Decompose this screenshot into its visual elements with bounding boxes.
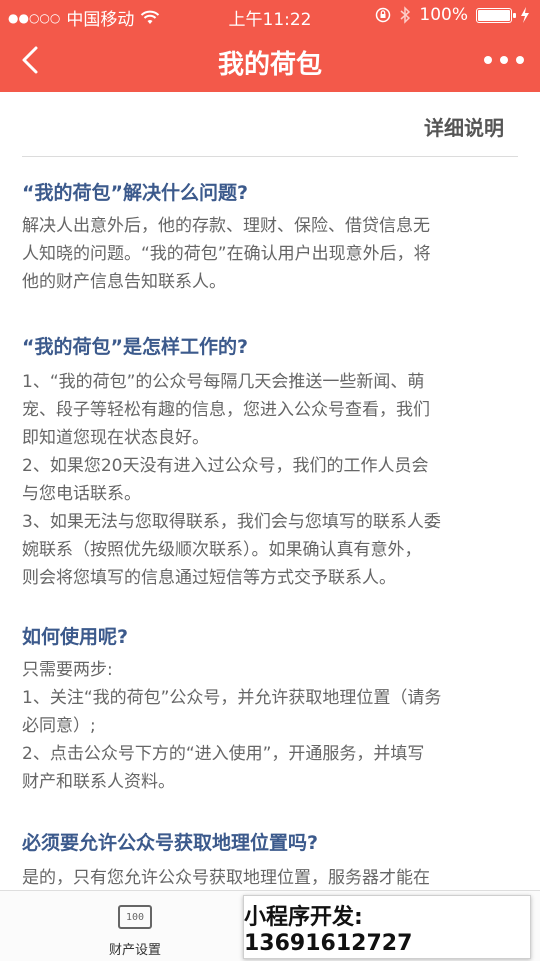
page-title: 我的荷包 [217, 50, 322, 80]
more-options-button[interactable] [484, 44, 524, 76]
status-bar: ●●○○○ 中国移动 上午11:22 100% [0, 0, 540, 30]
section-body-how-it-works: 1、“我的荷包”的公众号每隔几天会推送一些新闻、萌 宠、段子等轻松有趣的信息，您… [22, 372, 441, 588]
banknote-icon: 100 [118, 905, 152, 929]
section-title-how-it-works: “我的荷包”是怎样工作的? [22, 336, 248, 358]
dot-icon [516, 56, 524, 64]
nav-bar: 我的荷包 [0, 30, 540, 92]
charging-icon [521, 7, 529, 23]
section-title-location: 必须要允许公众号获取地理位置吗? [22, 832, 319, 854]
contact-overlay: 小程序开发: 13691612727 [243, 895, 531, 959]
battery-percent: 100% [419, 5, 468, 25]
section-body-problem: 解决人出意外后，他的存款、理财、保险、借贷信息无 人知晓的问题。“我的荷包”在确… [22, 216, 431, 292]
bluetooth-icon [400, 6, 411, 24]
tab-asset-settings-label: 财产设置 [108, 943, 161, 958]
content-area[interactable]: 详细说明 “我的荷包”解决什么问题? 解决人出意外后，他的存款、理财、保险、借贷… [0, 92, 540, 890]
detail-header: 详细说明 [22, 92, 518, 157]
section-title-problem: “我的荷包”解决什么问题? [22, 182, 248, 204]
battery-icon [476, 7, 516, 23]
rotation-lock-icon [376, 7, 391, 23]
section-body-location: 是的，只有您允许公众号获取地理位置，服务器才能在 [22, 868, 430, 888]
tab-asset-settings[interactable]: 100 财产设置 [90, 899, 180, 958]
detail-header-label: 详细说明 [424, 116, 504, 140]
section-title-usage: 如何使用呢? [22, 626, 129, 648]
section-body-usage: 只需要两步: 1、关注“我的荷包”公众号，并允许获取地理位置（请务 必同意）; … [22, 660, 442, 792]
status-right: 100% [375, 5, 530, 25]
dot-icon [500, 56, 508, 64]
dot-icon [484, 56, 492, 64]
